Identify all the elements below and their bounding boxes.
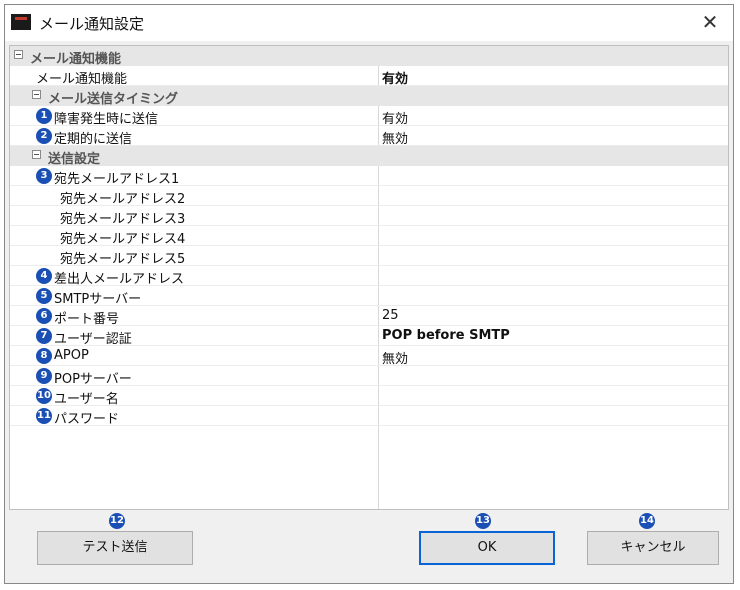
test-send-button[interactable]: テスト送信 <box>37 531 193 565</box>
prop-row-pop-server[interactable]: 9 POPサーバー <box>10 366 728 387</box>
prop-row-user-auth[interactable]: 7 ユーザー認証 POP before SMTP <box>10 326 728 347</box>
mail-notification-dialog: メール通知設定 ✕ メール通知機能 メール通知機能 有効 メール送信タイミング … <box>4 4 734 584</box>
cancel-button[interactable]: キャンセル <box>587 531 719 565</box>
callout-badge-9: 9 <box>36 368 52 384</box>
category-label: 送信設定 <box>48 152 101 167</box>
prop-row-sender-address[interactable]: 4 差出人メールアドレス <box>10 266 728 287</box>
app-icon <box>11 14 31 30</box>
category-label: メール送信タイミング <box>48 92 179 107</box>
category-send-timing[interactable]: メール送信タイミング <box>10 86 728 107</box>
category-label: メール通知機能 <box>30 52 122 67</box>
callout-badge-11: 11 <box>36 408 52 424</box>
callout-badge-7: 7 <box>36 328 52 344</box>
prop-row-smtp-server[interactable]: 5 SMTPサーバー <box>10 286 728 307</box>
column-divider <box>378 126 379 146</box>
prop-value: POP before SMTP <box>382 328 510 343</box>
column-divider <box>378 246 379 266</box>
close-icon[interactable]: ✕ <box>697 9 723 35</box>
callout-badge-13: 13 <box>475 513 491 529</box>
window-title: メール通知設定 <box>39 15 145 33</box>
callout-badge-1: 1 <box>36 108 52 124</box>
column-divider <box>378 406 379 426</box>
prop-row-username[interactable]: 10 ユーザー名 <box>10 386 728 407</box>
column-divider <box>378 426 379 509</box>
ok-button[interactable]: OK <box>419 531 555 565</box>
column-divider <box>378 366 379 386</box>
prop-row-recipient-3[interactable]: 宛先メールアドレス3 <box>10 206 728 227</box>
category-send-settings[interactable]: 送信設定 <box>10 146 728 167</box>
prop-row-mail-notification[interactable]: メール通知機能 有効 <box>10 66 728 87</box>
property-grid: メール通知機能 メール通知機能 有効 メール送信タイミング 1 障害発生時に送信… <box>9 45 729 510</box>
callout-badge-6: 6 <box>36 308 52 324</box>
callout-badge-10: 10 <box>36 388 52 404</box>
prop-row-password[interactable]: 11 パスワード <box>10 406 728 427</box>
prop-row-recipient-4[interactable]: 宛先メールアドレス4 <box>10 226 728 247</box>
callout-badge-12: 12 <box>109 513 125 529</box>
callout-badge-5: 5 <box>36 288 52 304</box>
prop-row-recipient-5[interactable]: 宛先メールアドレス5 <box>10 246 728 267</box>
collapse-icon[interactable] <box>32 150 41 159</box>
column-divider <box>378 66 379 86</box>
column-divider <box>378 286 379 306</box>
callout-badge-8: 8 <box>36 348 52 364</box>
prop-row-apop[interactable]: 8 APOP 無効 <box>10 346 728 367</box>
prop-row-send-on-fault[interactable]: 1 障害発生時に送信 有効 <box>10 106 728 127</box>
callout-badge-3: 3 <box>36 168 52 184</box>
column-divider <box>378 326 379 346</box>
column-divider <box>378 266 379 286</box>
collapse-icon[interactable] <box>14 50 23 59</box>
title-bar: メール通知設定 ✕ <box>5 5 733 41</box>
collapse-icon[interactable] <box>32 90 41 99</box>
callout-badge-2: 2 <box>36 128 52 144</box>
prop-row-recipient-1[interactable]: 3 宛先メールアドレス1 <box>10 166 728 187</box>
prop-row-send-periodically[interactable]: 2 定期的に送信 無効 <box>10 126 728 147</box>
column-divider <box>378 186 379 206</box>
prop-row-port-number[interactable]: 6 ポート番号 25 <box>10 306 728 327</box>
column-divider <box>378 166 379 186</box>
column-divider <box>378 386 379 406</box>
prop-label: APOP <box>54 348 89 363</box>
column-divider <box>378 306 379 326</box>
callout-badge-4: 4 <box>36 268 52 284</box>
column-divider <box>378 106 379 126</box>
column-divider <box>378 226 379 246</box>
column-divider <box>378 346 379 366</box>
prop-row-recipient-2[interactable]: 宛先メールアドレス2 <box>10 186 728 207</box>
grid-empty-area <box>10 426 728 509</box>
prop-value: 25 <box>382 308 399 323</box>
callout-badge-14: 14 <box>639 513 655 529</box>
column-divider <box>378 206 379 226</box>
category-mail-notification[interactable]: メール通知機能 <box>10 46 728 67</box>
